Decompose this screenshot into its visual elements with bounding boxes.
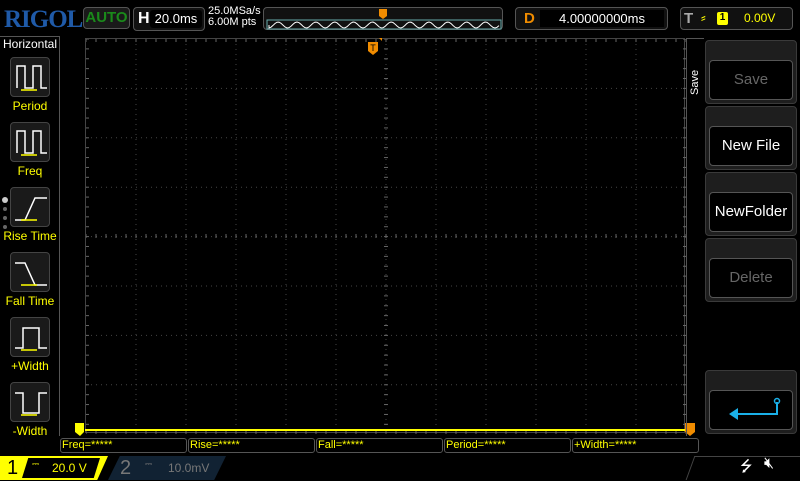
ch1-scale: 20.0 V [52,461,87,475]
dc-coupling-icon: ⎓ [32,459,40,469]
return-icon [729,397,781,420]
softkey-new-file-button[interactable]: New File [705,106,797,170]
acquisition-info: 25.0MSa/s 6.00M pts [208,6,261,28]
page-indicator[interactable] [2,197,8,229]
measure-item-label: +Width [11,359,49,373]
measure-item-freq[interactable]: Freq [0,122,60,178]
measure-item-period[interactable]: Period [0,57,60,113]
measure-item-pos-width[interactable]: +Width [0,317,60,373]
softkey-label: Save [709,60,793,100]
softkey-newfolder-button[interactable]: NewFolder [705,172,797,236]
trigger-source: 1 [717,12,728,25]
timebase-value: 20.0ms [150,10,202,28]
trigger-delay-display[interactable]: D 4.00000000ms [515,7,668,30]
usb-icon: ⭍ [740,458,753,475]
back-button[interactable] [705,370,797,434]
svg-text:T: T [370,43,376,53]
memory-depth: 6.00M pts [208,16,257,28]
softkey-delete-button[interactable]: Delete [705,238,797,302]
measure-item-label: Rise Time [3,229,57,243]
trigger-label: T [684,10,694,27]
measurement-readout[interactable]: Rise=***** [188,438,315,453]
trigger-position-marker-icon[interactable]: T [368,38,382,56]
measurement-readout[interactable]: +Width=***** [572,438,699,453]
measure-item-label: -Width [12,424,48,438]
pos-width-icon [10,317,50,357]
rise-time-icon [10,187,50,227]
horizontal-label: H [138,10,150,27]
period-icon [10,57,50,97]
run-mode-badge[interactable]: AUTO [83,7,130,29]
speaker-muted-icon[interactable]: 🔇︎ [764,455,774,473]
rigol-logo: RIGOL [4,6,83,33]
measure-item-label: Freq [17,164,43,178]
delay-label: D [524,10,535,27]
dc-coupling-icon: ⎓ [145,459,153,469]
ch1-trace [85,429,685,431]
measure-item-label: Period [12,99,48,113]
menu-title: Save [689,69,701,95]
measurement-readout[interactable]: Freq=***** [60,438,187,453]
ch2-number: 2 [120,457,132,479]
measure-item-label: Fall Time [5,294,55,308]
ch2-scale: 10.0mV [168,461,210,475]
ch1-number: 1 [7,457,19,479]
measure-item-fall-time[interactable]: Fall Time [0,252,60,308]
measure-sidebar: Horizontal Period Freq Rise Time Fall Time +… [0,36,60,438]
measurement-readout[interactable]: Period=***** [444,438,571,453]
waveform-grid[interactable] [85,38,687,434]
trigger-display[interactable]: T ⸗ 1 0.00V [680,7,793,30]
softkey-label: Delete [709,258,793,298]
rising-edge-icon: ⸗ [701,9,706,25]
delay-value: 4.00000000ms [540,10,664,27]
softkey-label: NewFolder [709,192,793,232]
fall-time-icon [10,252,50,292]
memory-overview [263,7,503,30]
waveform-overview-icon [266,9,502,30]
neg-width-icon [10,382,50,422]
softkey-label: New File [709,126,793,166]
freq-icon [10,122,50,162]
softkey-save-button[interactable]: Save [705,40,797,104]
trigger-level: 0.00V [744,11,776,25]
ch1-ground-marker-icon[interactable] [75,423,85,437]
measure-item-rise-time[interactable]: Rise Time [0,187,60,243]
sidebar-title: Horizontal [3,37,58,51]
measurement-readout[interactable]: Fall=***** [316,438,443,453]
measure-item-neg-width[interactable]: -Width [0,382,60,438]
menu-title-tab: Save [686,38,704,436]
timebase-display[interactable]: H 20.0ms [133,7,205,31]
